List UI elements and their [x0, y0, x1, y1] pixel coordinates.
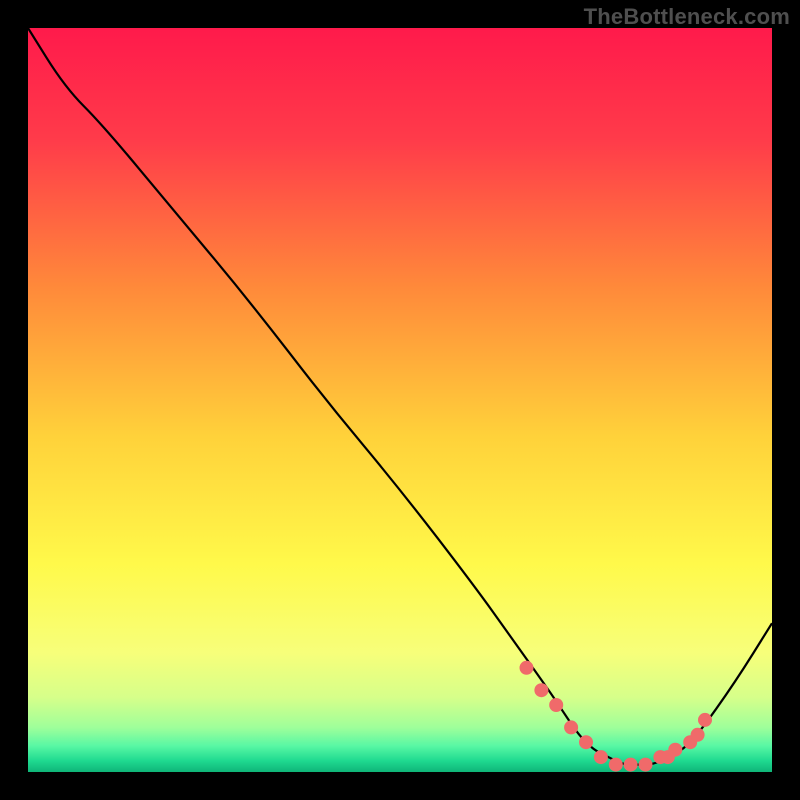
marker-dot — [668, 743, 682, 757]
chart-frame: TheBottleneck.com — [0, 0, 800, 800]
marker-dot — [698, 713, 712, 727]
bottleneck-chart — [28, 28, 772, 772]
marker-dot — [564, 720, 578, 734]
marker-dot — [594, 750, 608, 764]
marker-dot — [579, 735, 593, 749]
marker-dot — [520, 661, 534, 675]
chart-plot-area — [28, 28, 772, 772]
marker-dot — [609, 758, 623, 772]
marker-dot — [624, 758, 638, 772]
marker-dot — [534, 683, 548, 697]
watermark-text: TheBottleneck.com — [584, 4, 790, 30]
marker-dot — [691, 728, 705, 742]
marker-dot — [549, 698, 563, 712]
marker-dot — [639, 758, 653, 772]
gradient-background — [28, 28, 772, 772]
